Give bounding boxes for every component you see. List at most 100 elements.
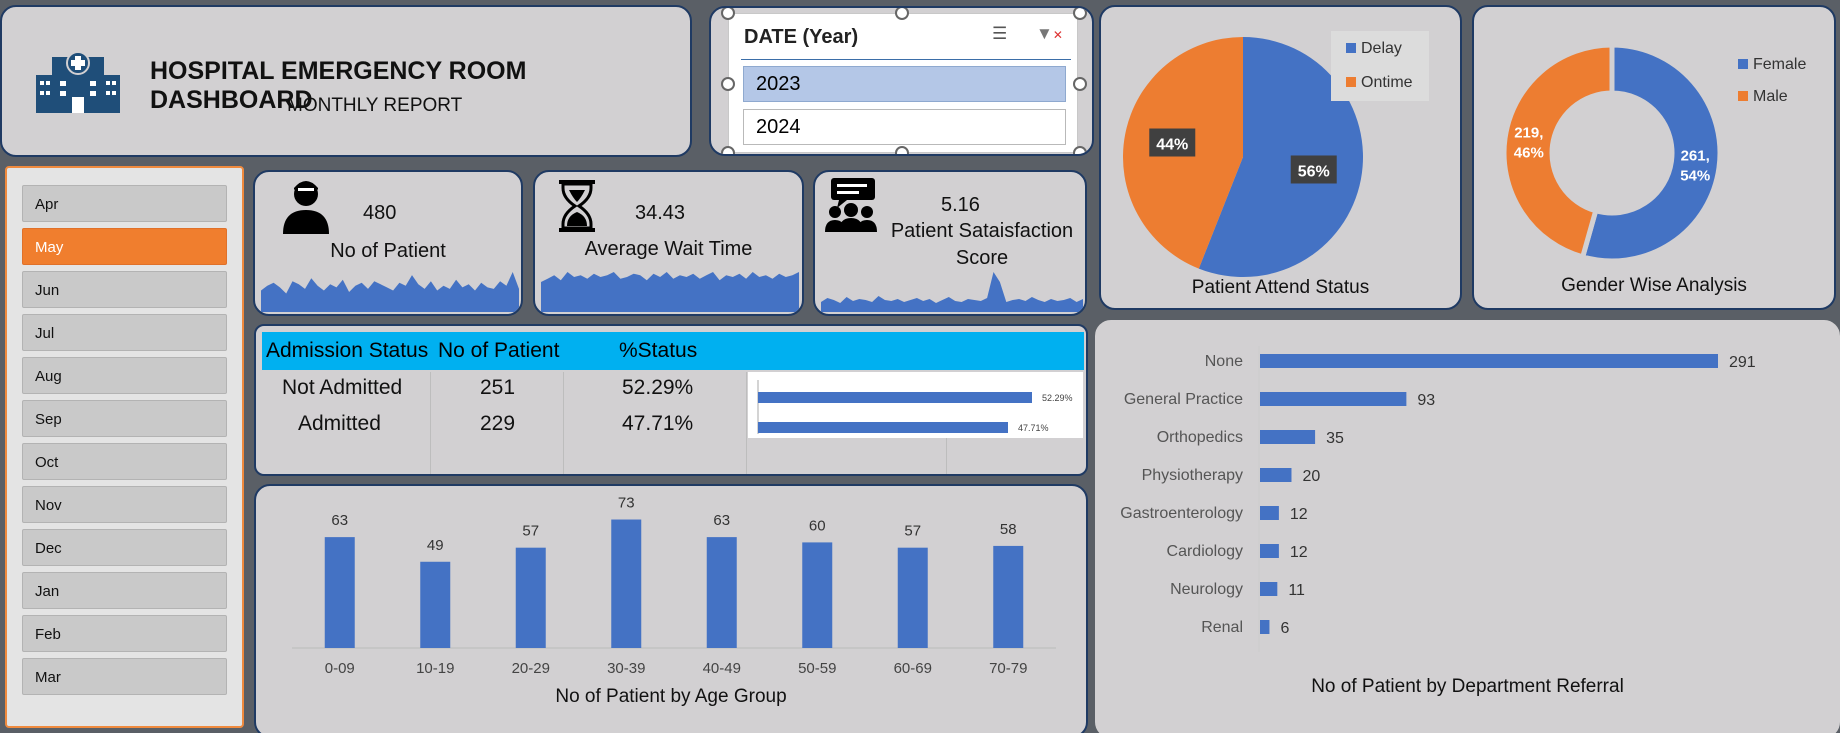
- department-referral-card: None 291 General Practice 93 Orthopedics 35 Ph…: [1095, 320, 1840, 733]
- kpi-satisfaction-value: 5.16: [941, 194, 980, 216]
- dept-bar-cardiology[interactable]: [1260, 544, 1279, 558]
- age-bar-0-09[interactable]: [324, 537, 355, 648]
- age-bar-value: 58: [1000, 521, 1017, 538]
- sparkline-area: [261, 272, 519, 312]
- hourglass-icon: [559, 180, 595, 232]
- row-not-admitted-pct: 52.29%: [622, 376, 694, 399]
- col-no-of-patient: No of Patient: [438, 339, 560, 362]
- row-admitted-count: 229: [480, 412, 516, 435]
- admission-bar-label: 47.71%: [1018, 423, 1049, 433]
- resize-handle[interactable]: [1073, 146, 1087, 154]
- age-tick-label: 70-79: [989, 660, 1027, 677]
- age-bar-40-49[interactable]: [706, 537, 737, 648]
- year-item-2023[interactable]: 2023: [743, 66, 1066, 102]
- pie-label: 56%: [1298, 163, 1330, 180]
- multi-select-icon[interactable]: ☰: [992, 24, 1007, 44]
- sparkline-area: [541, 272, 799, 312]
- resize-handle[interactable]: [721, 8, 735, 20]
- resize-handle[interactable]: [895, 8, 909, 20]
- year-slicer-panel: DATE (Year) ☰ ▼✕ 2023 2024: [709, 6, 1094, 156]
- dept-label: Renal: [1201, 619, 1243, 636]
- dept-bar-value: 12: [1290, 506, 1308, 523]
- month-item-feb[interactable]: Feb: [22, 615, 227, 652]
- dept-bar-value: 12: [1290, 544, 1308, 561]
- month-item-jun[interactable]: Jun: [22, 271, 227, 308]
- legend-swatch: [1346, 43, 1356, 53]
- month-item-aug[interactable]: Aug: [22, 357, 227, 394]
- age-bar-value: 49: [427, 537, 444, 554]
- month-item-may[interactable]: May: [22, 228, 227, 265]
- month-item-sep[interactable]: Sep: [22, 400, 227, 437]
- kpi-wait-label: Average Wait Time: [584, 238, 753, 260]
- legend-entry-delay: Delay: [1361, 40, 1402, 57]
- dept-bar-value: 20: [1302, 468, 1320, 485]
- row-not-admitted-count: 251: [480, 376, 516, 399]
- dept-bar-general-practice[interactable]: [1260, 392, 1407, 406]
- dept-label: Physiotherapy: [1142, 467, 1243, 484]
- kpi-patients-label: No of Patient: [330, 240, 446, 262]
- dept-bar-gastroenterology[interactable]: [1260, 506, 1279, 520]
- month-item-jan[interactable]: Jan: [22, 572, 227, 609]
- col-admission-status: Admission Status: [266, 339, 429, 362]
- age-tick-label: 0-09: [325, 660, 355, 677]
- legend-swatch: [1738, 59, 1748, 69]
- resize-handle[interactable]: [1073, 77, 1087, 91]
- grid-line: [563, 372, 564, 474]
- resize-handle[interactable]: [1073, 8, 1087, 20]
- dept-label: None: [1205, 353, 1243, 370]
- patients-sparkline: [261, 272, 519, 312]
- row-admitted-label: Admitted: [298, 412, 381, 435]
- dept-bar-physiotherapy[interactable]: [1260, 468, 1292, 482]
- row-not-admitted-label: Not Admitted: [282, 376, 403, 399]
- age-bar-70-79[interactable]: [993, 545, 1024, 648]
- satisfaction-sparkline: [821, 272, 1083, 312]
- year-item-2024[interactable]: 2024: [743, 109, 1066, 145]
- age-bar-value: 60: [809, 517, 826, 534]
- kpi-satisfaction-card: 5.16 Patient Sataisfaction Score: [813, 170, 1087, 316]
- age-tick-label: 60-69: [894, 660, 932, 677]
- admission-bar-label: 52.29%: [1042, 393, 1073, 403]
- hospital-icon: [36, 51, 120, 113]
- clear-filter-icon[interactable]: ▼✕: [1036, 24, 1063, 44]
- kpi-wait-value: 34.43: [635, 202, 686, 224]
- age-tick-label: 50-59: [798, 660, 836, 677]
- month-item-mar[interactable]: Mar: [22, 658, 227, 695]
- age-bar-30-39[interactable]: [611, 519, 642, 648]
- dept-bar-value: 93: [1417, 392, 1435, 409]
- gender-title: Gender Wise Analysis: [1561, 275, 1747, 296]
- pie-label: 44%: [1156, 137, 1188, 154]
- grid-line: [746, 372, 747, 474]
- dept-label: Cardiology: [1167, 543, 1243, 560]
- resize-handle[interactable]: [895, 146, 909, 154]
- attend-status-pie: 56% 44% Delay Ontime: [1123, 31, 1429, 277]
- admission-table-card: Admission Status No of Patient %Status N…: [254, 324, 1088, 476]
- month-item-dec[interactable]: Dec: [22, 529, 227, 566]
- resize-handle[interactable]: [721, 146, 735, 154]
- age-bar-50-59[interactable]: [802, 542, 833, 648]
- kpi-wait-card: 34.43 Average Wait Time: [533, 170, 804, 316]
- legend-entry-female: Female: [1753, 56, 1806, 73]
- wait-sparkline: [541, 272, 799, 312]
- dept-bar-value: 35: [1326, 430, 1344, 447]
- resize-handle[interactable]: [721, 77, 735, 91]
- dept-label: Orthopedics: [1157, 429, 1243, 446]
- legend-entry-male: Male: [1753, 88, 1788, 105]
- month-item-jul[interactable]: Jul: [22, 314, 227, 351]
- age-bar-20-29[interactable]: [515, 547, 546, 648]
- dept-bar-renal[interactable]: [1260, 620, 1270, 634]
- dept-bar-none[interactable]: [1260, 354, 1718, 368]
- month-item-nov[interactable]: Nov: [22, 486, 227, 523]
- row-admitted-pct: 47.71%: [622, 412, 694, 435]
- age-bar-value: 57: [522, 523, 539, 540]
- month-item-oct[interactable]: Oct: [22, 443, 227, 480]
- age-bar-60-69[interactable]: [897, 547, 928, 648]
- col-status-pct: %Status: [619, 339, 698, 362]
- dept-bar-neurology[interactable]: [1260, 582, 1278, 596]
- dept-bar-orthopedics[interactable]: [1260, 430, 1316, 444]
- age-bar-10-19[interactable]: [420, 561, 451, 648]
- age-tick-label: 20-29: [512, 660, 550, 677]
- age-bar-value: 73: [618, 495, 635, 512]
- month-item-apr[interactable]: Apr: [22, 185, 227, 222]
- admission-bar-chart: 52.29% 47.71%: [748, 372, 1083, 438]
- dept-bar-value: 6: [1280, 620, 1289, 637]
